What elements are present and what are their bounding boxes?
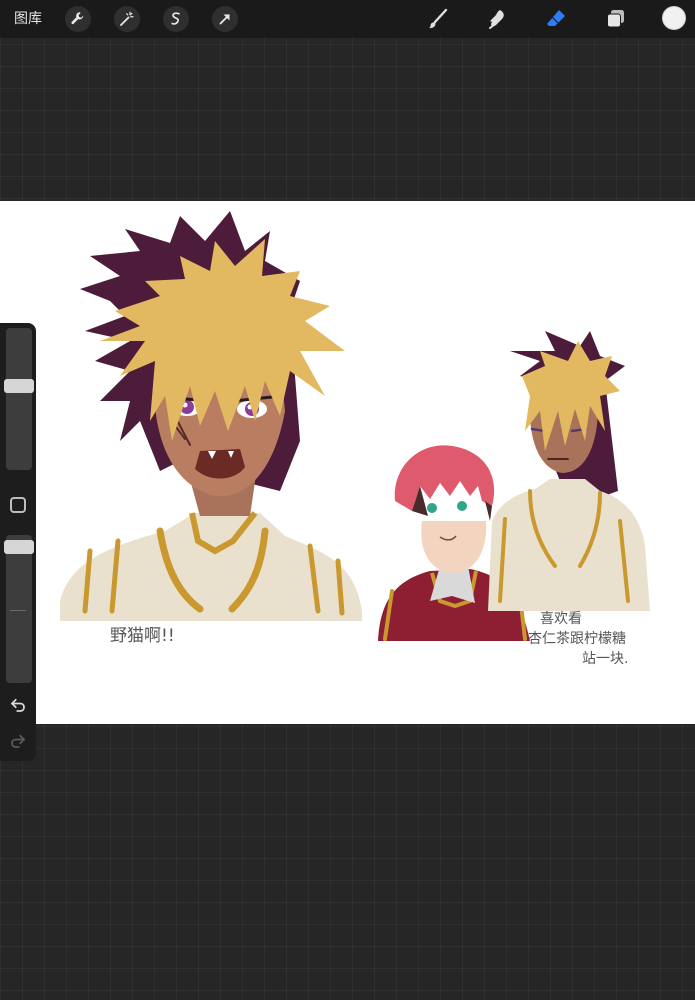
character-small-figure <box>488 331 650 611</box>
layers-icon[interactable] <box>603 6 629 32</box>
left-sidebar <box>0 323 36 761</box>
opacity-slider[interactable] <box>6 535 32 683</box>
undo-icon[interactable] <box>9 696 27 714</box>
gallery-button[interactable]: 图库 <box>14 9 42 29</box>
opacity-handle[interactable] <box>4 540 34 554</box>
magic-wand-icon[interactable] <box>114 6 140 32</box>
caption-right-line2: 杏仁茶跟柠檬糖 <box>528 631 626 647</box>
selection-icon[interactable] <box>163 6 189 32</box>
brush-icon[interactable] <box>425 6 451 32</box>
transform-arrow-icon[interactable] <box>212 6 238 32</box>
top-toolbar: 图库 <box>0 0 695 38</box>
character-large-figure <box>60 211 362 621</box>
wrench-icon[interactable] <box>65 6 91 32</box>
caption-right-line3: 站一块. <box>582 651 628 667</box>
redo-icon[interactable] <box>9 732 27 750</box>
smudge-icon[interactable] <box>484 6 510 32</box>
color-picker-button[interactable] <box>662 6 686 30</box>
brush-size-slider[interactable] <box>6 328 32 470</box>
opacity-midline <box>10 610 26 611</box>
brush-size-handle[interactable] <box>4 379 34 394</box>
artwork: 野猫啊!! 喜欢看 杏仁茶跟柠檬糖 站一块. <box>60 211 650 667</box>
caption-left: 野猫啊!! <box>110 626 175 646</box>
eraser-icon[interactable] <box>543 6 569 32</box>
caption-right-line1: 喜欢看 <box>540 611 582 627</box>
modify-button[interactable] <box>10 497 26 513</box>
drawing-canvas[interactable]: 野猫啊!! 喜欢看 杏仁茶跟柠檬糖 站一块. <box>0 201 695 724</box>
